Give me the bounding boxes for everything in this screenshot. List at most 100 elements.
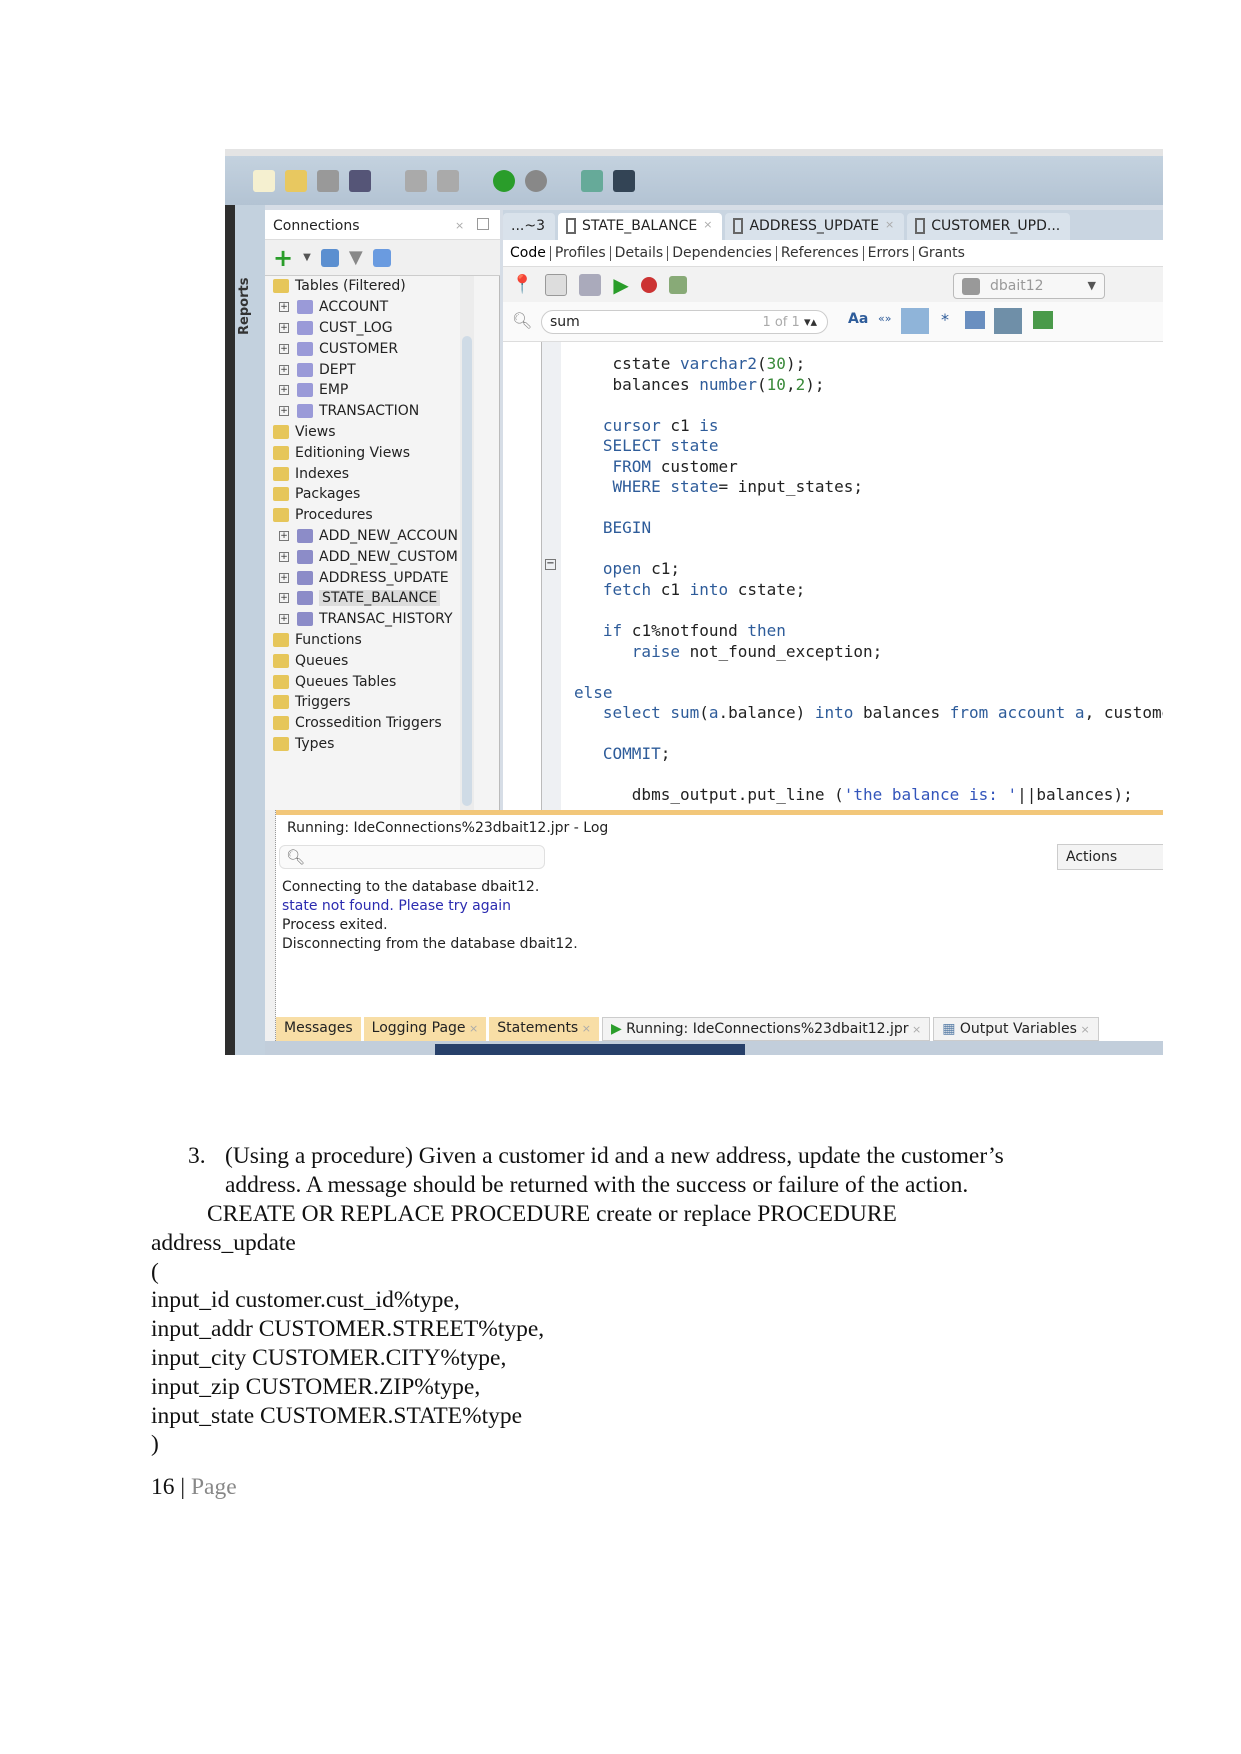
connection-select[interactable]: dbait12 ▼ <box>953 273 1105 299</box>
schema-browser-icon[interactable] <box>372 248 391 267</box>
close-icon[interactable]: × <box>703 218 712 240</box>
tree-item[interactable]: Packages <box>273 484 360 505</box>
scrollbar-thumb[interactable] <box>462 336 472 806</box>
tree-scrollbar[interactable] <box>460 276 474 810</box>
expand-icon[interactable]: + <box>279 572 289 583</box>
pin-icon[interactable]: 📍 <box>511 274 533 295</box>
bottom-tab[interactable]: Logging Page × <box>363 1017 487 1041</box>
tree-item[interactable]: Tables (Filtered) <box>273 276 406 297</box>
close-icon[interactable]: × <box>885 218 894 240</box>
tree-item[interactable]: + TRANSAC_HISTORY <box>279 609 453 630</box>
reports-tab[interactable]: Reports <box>237 278 252 335</box>
regex-icon[interactable]: * <box>941 310 949 329</box>
close-icon[interactable]: × <box>909 1023 921 1036</box>
tree-item[interactable]: Procedures <box>273 505 373 526</box>
new-file-icon[interactable] <box>253 169 275 192</box>
tree-item[interactable]: + DEPT <box>279 359 356 380</box>
search-icon[interactable]: 🔍︎ <box>512 311 532 330</box>
profile-icon[interactable] <box>668 275 687 294</box>
subtab-grants[interactable]: Grants <box>914 245 969 261</box>
expand-icon[interactable]: + <box>279 614 289 625</box>
whole-word-icon[interactable]: «» <box>878 312 891 325</box>
close-icon[interactable]: × <box>578 1022 591 1035</box>
splitter[interactable] <box>276 810 1163 815</box>
highlight-icon[interactable] <box>901 308 929 334</box>
tree-item[interactable]: + TRANSACTION <box>279 401 419 422</box>
subtab-profiles[interactable]: Profiles <box>551 245 611 261</box>
log-search-input[interactable]: 🔍︎ <box>279 845 545 869</box>
tree-item[interactable]: Crossedition Triggers <box>273 713 442 734</box>
subtab-references[interactable]: References <box>777 245 864 261</box>
reports-sidebar[interactable]: Reports <box>235 205 265 1055</box>
subtab-errors[interactable]: Errors <box>864 245 915 261</box>
expand-icon[interactable]: + <box>279 551 289 562</box>
tree-item[interactable]: Queues Tables <box>273 671 396 692</box>
chevron-down-icon[interactable]: ▼ <box>303 252 311 263</box>
tree-item[interactable]: + ADDRESS_UPDATE <box>279 567 449 588</box>
bottom-tab[interactable]: Messages <box>276 1017 361 1041</box>
tree-item[interactable]: Queues <box>273 650 348 671</box>
expand-icon[interactable]: + <box>279 302 289 313</box>
undo-icon[interactable] <box>405 169 427 192</box>
edit-icon[interactable] <box>545 273 568 296</box>
compile-icon[interactable] <box>579 273 602 296</box>
tree-item[interactable]: Types <box>273 734 334 755</box>
tree-item[interactable]: + ACCOUNT <box>279 297 388 318</box>
save-icon[interactable] <box>317 169 339 192</box>
save-all-icon[interactable] <box>349 169 371 192</box>
replace-all-icon[interactable] <box>1033 311 1053 329</box>
sql-worksheet-icon[interactable] <box>581 169 603 192</box>
find-input[interactable]: sum 1 of 1 ▾▴ <box>541 310 828 334</box>
minimize-icon[interactable] <box>477 218 489 230</box>
expand-icon[interactable]: + <box>279 322 289 333</box>
back-icon[interactable] <box>493 169 515 192</box>
redo-icon[interactable] <box>437 169 459 192</box>
debug-icon[interactable] <box>640 276 657 293</box>
tree-item[interactable]: + CUSTOMER <box>279 338 398 359</box>
add-connection-icon[interactable]: + <box>273 246 293 270</box>
tree-item[interactable]: + CUST_LOG <box>279 318 393 339</box>
editor-tab[interactable]: CUSTOMER_UPD... <box>907 213 1071 240</box>
editor-tab[interactable]: ...~3 <box>503 213 555 240</box>
run-icon[interactable]: ▶ <box>613 273 628 297</box>
bottom-tab[interactable]: ▦ Output Variables × <box>933 1017 1099 1041</box>
actions-button[interactable]: Actions <box>1057 844 1163 870</box>
close-icon[interactable]: × <box>466 1022 478 1035</box>
bottom-tab[interactable]: ▶ Running: IdeConnections%23dbait12.jpr … <box>601 1017 931 1041</box>
tree-item[interactable]: + ADD_NEW_ACCOUN <box>279 526 458 547</box>
tree-item[interactable]: + ADD_NEW_CUSTOM <box>279 546 458 567</box>
tree-item[interactable]: + EMP <box>279 380 348 401</box>
tree-item[interactable]: Editioning Views <box>273 442 410 463</box>
subtab-code[interactable]: Code <box>506 245 551 261</box>
editor-tab[interactable]: STATE_BALANCE × <box>558 213 723 240</box>
close-icon[interactable]: × <box>1077 1023 1089 1036</box>
expand-icon[interactable]: + <box>279 385 289 396</box>
code-area[interactable]: − cstate varchar2(30); balances number(1… <box>503 342 1163 810</box>
tree-item[interactable]: Views <box>273 422 336 443</box>
fold-icon[interactable]: − <box>545 559 556 570</box>
tree-item[interactable]: Functions <box>273 630 362 651</box>
editor-tab[interactable]: ADDRESS_UPDATE × <box>725 213 905 240</box>
expand-icon[interactable]: + <box>279 530 289 541</box>
tree-item[interactable]: + STATE_BALANCE <box>279 588 441 609</box>
expand-icon[interactable]: + <box>279 406 289 417</box>
open-folder-icon[interactable] <box>285 169 307 192</box>
expand-icon[interactable]: + <box>279 343 289 354</box>
match-case-icon[interactable]: Aa <box>848 311 868 327</box>
expand-icon[interactable]: + <box>279 364 289 375</box>
subtab-details[interactable]: Details <box>611 245 669 261</box>
expand-icon[interactable]: + <box>279 593 289 604</box>
prev-next-arrows[interactable]: ▾▴ <box>804 315 817 330</box>
refresh-icon[interactable] <box>320 248 339 267</box>
filter-icon[interactable]: ▼ <box>349 247 363 268</box>
tree-item[interactable]: Indexes <box>273 463 349 484</box>
wrap-icon[interactable] <box>965 311 985 329</box>
bottom-tab[interactable]: Statements × <box>489 1017 599 1041</box>
running-task-item[interactable] <box>435 1044 745 1055</box>
close-icon[interactable]: × <box>455 219 464 232</box>
replace-icon[interactable] <box>994 308 1022 334</box>
binoculars-icon[interactable] <box>613 169 635 192</box>
forward-icon[interactable] <box>525 169 547 192</box>
subtab-dependencies[interactable]: Dependencies <box>668 245 777 261</box>
tree-item[interactable]: Triggers <box>273 692 351 713</box>
